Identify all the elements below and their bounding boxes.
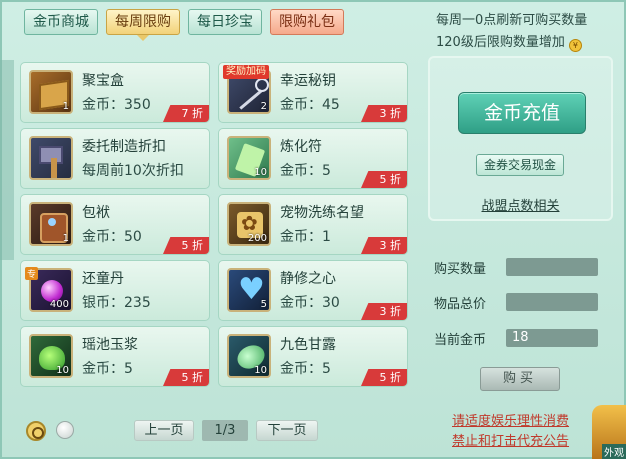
anti-proxy-recharge-link[interactable]: 禁止和打击代充公告 — [452, 432, 569, 452]
item-name: 委托制造折扣 — [82, 139, 166, 155]
search-icon[interactable] — [26, 421, 46, 441]
item-qty: 10 — [254, 167, 267, 178]
item-price: 金币：30 — [280, 295, 340, 311]
item-card-bag[interactable]: 1 包袱 金币：50 5 折 — [20, 194, 210, 255]
refresh-info-line1: 每周一0点刷新可购买数量 — [436, 13, 588, 28]
item-name: 静修之心 — [280, 271, 336, 287]
item-qty: 1 — [62, 233, 69, 244]
item-price: 金币：1 — [280, 229, 331, 245]
left-decoration — [0, 60, 14, 260]
item-name: 瑶池玉浆 — [82, 337, 138, 353]
item-price: 金币：45 — [280, 97, 340, 113]
item-name: 宠物洗练名望 — [280, 205, 364, 221]
item-qty: 400 — [49, 299, 69, 310]
total-price-field — [506, 293, 598, 311]
recharge-panel: 金币充值 金券交易现金 战盟点数相关 — [428, 56, 613, 221]
tab-gold-mall[interactable]: 金币商城 — [24, 9, 98, 35]
discount-badge: 5 折 — [163, 369, 209, 386]
item-card-refine-talisman[interactable]: 10 炼化符 金币：5 5 折 — [218, 128, 408, 189]
discount-badge: 3 折 — [361, 303, 407, 320]
item-qty: 1 — [62, 101, 69, 112]
buy-button[interactable]: 购买 — [480, 367, 560, 391]
rational-spending-link[interactable]: 请适度娱乐理性消费 — [452, 412, 569, 432]
discount-badge: 5 折 — [361, 369, 407, 386]
item-card-pet-reputation[interactable]: 200 宠物洗练名望 金币：1 3 折 — [218, 194, 408, 255]
item-name: 九色甘露 — [280, 337, 336, 353]
item-price: 金币：350 — [82, 97, 151, 113]
item-qty: 2 — [260, 101, 267, 112]
pet-emblem-icon: 200 — [227, 202, 271, 246]
item-card-nine-color-dew[interactable]: 10 九色甘露 金币：5 5 折 — [218, 326, 408, 387]
voucher-trade-button[interactable]: 金券交易现金 — [476, 154, 564, 176]
item-qty: 10 — [254, 365, 267, 376]
discount-badge: 3 折 — [361, 237, 407, 254]
item-card-meditation-heart[interactable]: 5 静修之心 金币：30 3 折 — [218, 260, 408, 321]
notice-links: 请适度娱乐理性消费 禁止和打击代充公告 — [452, 412, 569, 452]
page-indicator: 1/3 — [202, 420, 248, 441]
item-name: 幸运秘钥 — [280, 73, 336, 89]
item-price: 金币：5 — [280, 163, 331, 179]
pearl-icon[interactable] — [56, 421, 74, 439]
coin-info-icon[interactable]: ¥ — [568, 39, 582, 52]
item-name: 包袱 — [82, 205, 110, 221]
item-qty: 200 — [247, 233, 267, 244]
item-card-jade-nectar[interactable]: 10 瑶池玉浆 金币：5 5 折 — [20, 326, 210, 387]
recharge-button[interactable]: 金币充值 — [458, 92, 586, 134]
gourd-icon: 10 — [227, 334, 271, 378]
discount-badge: 7 折 — [163, 105, 209, 122]
item-card-treasure-box[interactable]: 1 聚宝盒 金币：350 7 折 — [20, 62, 210, 123]
tab-weekly-limited[interactable]: 每周限购 — [106, 9, 180, 41]
item-grid: 1 聚宝盒 金币：350 7 折 奖励加码 2 幸运秘钥 金币：45 3 折 委… — [20, 62, 412, 387]
item-card-rejuvenation-pill[interactable]: 专 400 还童丹 银币：235 — [20, 260, 210, 321]
jade-jar-icon: 10 — [29, 334, 73, 378]
item-name: 还童丹 — [82, 271, 124, 287]
current-gold-label: 当前金币 — [434, 333, 487, 348]
tab-limited-pack[interactable]: 限购礼包 — [270, 9, 344, 35]
current-gold-field: 18 — [506, 329, 598, 347]
item-name: 聚宝盒 — [82, 73, 124, 89]
item-card-commission-discount[interactable]: 委托制造折扣 每周前10次折扣 — [20, 128, 210, 189]
refresh-info-line2: 120级后限购数量增加 — [436, 35, 565, 50]
tab-daily-treasure[interactable]: 每日珍宝 — [188, 9, 262, 35]
item-qty: 10 — [56, 365, 69, 376]
item-price: 银币：235 — [82, 295, 151, 311]
item-card-lucky-key[interactable]: 奖励加码 2 幸运秘钥 金币：45 3 折 — [218, 62, 408, 123]
talisman-icon: 10 — [227, 136, 271, 180]
next-page-button[interactable]: 下一页 — [256, 420, 318, 441]
reward-bonus-badge: 奖励加码 — [223, 65, 269, 79]
item-price: 金币：5 — [82, 361, 133, 377]
discount-badge: 5 折 — [163, 237, 209, 254]
prev-page-button[interactable]: 上一页 — [134, 420, 194, 441]
buy-qty-field[interactable] — [506, 258, 598, 276]
item-qty: 5 — [260, 299, 267, 310]
refresh-info: 每周一0点刷新可购买数量 120级后限购数量增加 ¥ — [436, 10, 622, 54]
item-price: 每周前10次折扣 — [82, 163, 184, 179]
treasure-box-icon: 1 — [29, 70, 73, 114]
appearance-label: 外观 — [602, 444, 626, 459]
exclusive-badge: 专 — [25, 267, 39, 280]
alliance-points-link[interactable]: 战盟点数相关 — [430, 195, 611, 214]
refresh-info-line2-row: 120级后限购数量增加 ¥ — [436, 32, 622, 54]
tab-bar: 金币商城 每周限购 每日珍宝 限购礼包 — [24, 9, 344, 41]
item-name: 炼化符 — [280, 139, 322, 155]
buy-qty-label: 购买数量 — [434, 262, 487, 277]
item-price: 金币：5 — [280, 361, 331, 377]
bag-icon: 1 — [29, 202, 73, 246]
heart-crystal-icon: 5 — [227, 268, 271, 312]
hammer-icon — [29, 136, 73, 180]
discount-badge: 5 折 — [361, 171, 407, 188]
discount-badge: 3 折 — [361, 105, 407, 122]
item-price: 金币：50 — [82, 229, 142, 245]
total-price-label: 物品总价 — [434, 297, 487, 312]
